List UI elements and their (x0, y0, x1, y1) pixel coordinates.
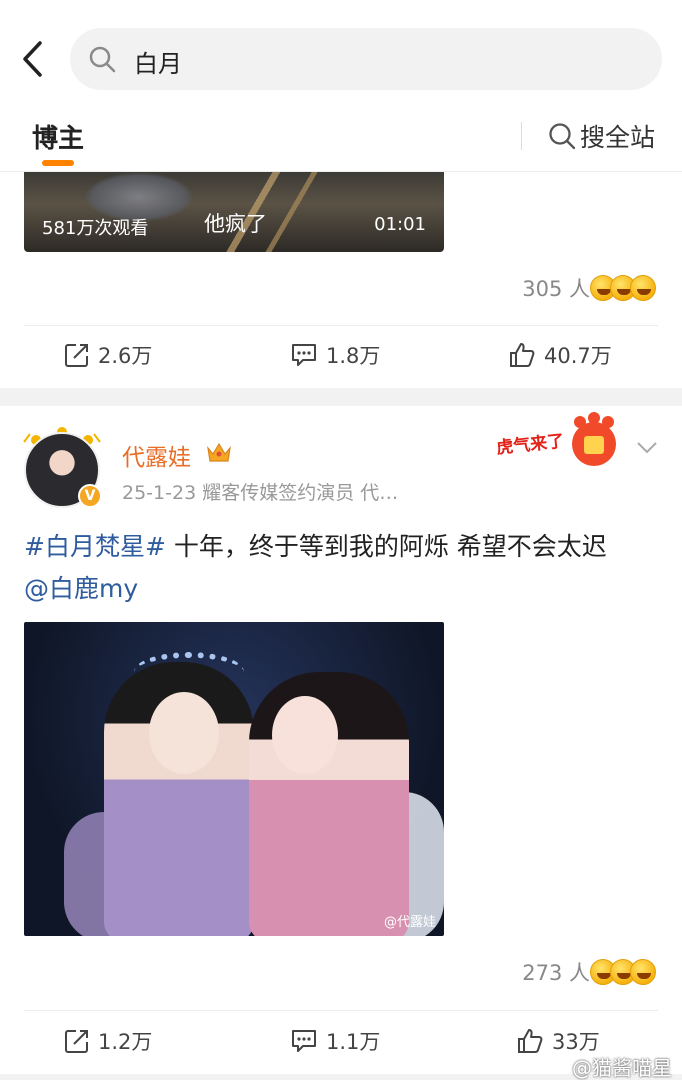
smirk-emoji-icon (630, 959, 656, 985)
verified-badge: V (78, 484, 102, 508)
repost-button[interactable]: 2.6万 (64, 330, 152, 380)
image-detail (149, 692, 219, 774)
crown-icon (207, 442, 231, 462)
thumbs-up-icon (510, 343, 535, 367)
comment-icon (292, 344, 316, 366)
post-mention[interactable]: @白鹿my (24, 574, 138, 603)
search-icon (549, 123, 576, 150)
post-text: 十年，终于等到我的阿烁 希望不会太迟 (165, 532, 607, 561)
chevron-down-icon[interactable] (636, 440, 658, 456)
thumbs-up-icon (518, 1029, 543, 1053)
divider (24, 325, 658, 326)
search-icon (89, 46, 116, 73)
comment-button[interactable]: 1.1万 (290, 1016, 380, 1066)
reaction-summary[interactable]: 273 人 (522, 956, 656, 988)
post-content: #白月梵星# 十年，终于等到我的阿烁 希望不会太迟 @白鹿my (24, 526, 664, 610)
comment-button[interactable]: 1.8万 (290, 330, 380, 380)
comment-count: 1.1万 (326, 1030, 381, 1054)
post-meta: 25-1-23 耀客传媒签约演员 代… (122, 482, 399, 504)
tab-blogger[interactable]: 博主 (32, 118, 84, 155)
video-duration: 01:01 (374, 214, 426, 235)
reaction-summary[interactable]: 305 人 (522, 272, 656, 304)
video-views: 581万次观看 (42, 218, 149, 239)
card-gap (0, 388, 682, 406)
video-thumbnail[interactable]: 581万次观看 他疯了 01:01 (24, 172, 444, 252)
author-name[interactable]: 代露娃 (122, 438, 191, 472)
chevron-left-icon (23, 41, 42, 77)
reaction-count: 305 人 (522, 277, 590, 301)
back-button[interactable] (14, 36, 50, 82)
like-count: 40.7万 (544, 344, 612, 368)
search-all-button[interactable]: 搜全站 (548, 118, 655, 154)
tab-active-indicator (42, 160, 74, 166)
tab-separator (521, 122, 522, 150)
like-button[interactable]: 40.7万 (508, 330, 612, 380)
post-image[interactable]: @代露娃 (24, 622, 444, 936)
image-detail (134, 652, 244, 692)
action-bar: 2.6万 1.8万 40.7万 (0, 330, 682, 380)
comment-icon (292, 1030, 316, 1052)
repost-icon (65, 1030, 88, 1053)
repost-button[interactable]: 1.2万 (64, 1016, 152, 1066)
repost-icon (65, 344, 88, 367)
image-watermark: @代露娃 (383, 915, 436, 930)
image-detail (272, 696, 338, 774)
search-bar[interactable]: 白月 (70, 28, 662, 90)
comment-count: 1.8万 (326, 344, 381, 368)
divider (24, 1010, 658, 1011)
repost-count: 1.2万 (98, 1030, 153, 1054)
search-query[interactable]: 白月 (134, 44, 182, 79)
video-caption: 他疯了 (204, 212, 267, 236)
overlay-watermark: @猫酱喵星 (572, 1056, 672, 1080)
repost-count: 2.6万 (98, 344, 153, 368)
result-tabs: 博主 搜全站 (0, 106, 682, 172)
search-all-label: 搜全站 (580, 123, 656, 152)
card-sticker: 虎气来了 (494, 412, 622, 472)
reaction-count: 273 人 (522, 961, 590, 985)
shock-emoji-icon (630, 275, 656, 301)
top-bar: 白月 (0, 0, 682, 120)
post-hashtag[interactable]: #白月梵星# (24, 532, 166, 561)
